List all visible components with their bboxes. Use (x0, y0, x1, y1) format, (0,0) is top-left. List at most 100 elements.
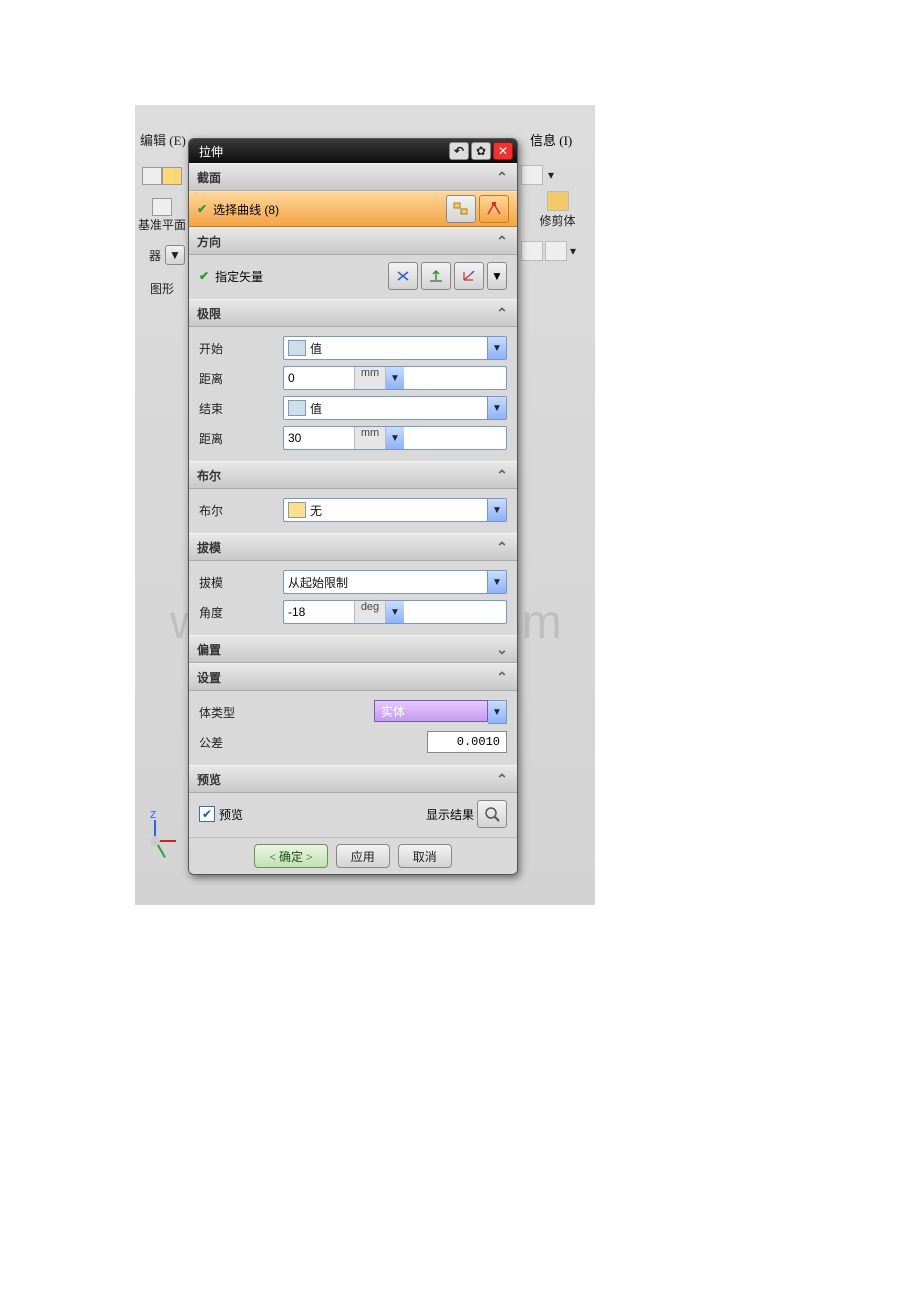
new-file-icon[interactable] (142, 167, 162, 185)
right-toolbar: ▾ 修剪体 ▾ (520, 160, 595, 266)
section-settings-header[interactable]: 设置 ⌃ (189, 663, 517, 691)
section-preview-header[interactable]: 预览 ⌃ (189, 765, 517, 793)
menu-edit[interactable]: 编辑 (E) (140, 133, 186, 148)
body-type-dropdown[interactable]: 实体 ▼ (374, 700, 507, 724)
chevron-down-icon: ▼ (487, 397, 506, 419)
end-label: 结束 (199, 400, 283, 417)
specify-vector-label: 指定矢量 (215, 268, 263, 285)
specify-vector-row: ✔ 指定矢量 ▼ (199, 261, 507, 291)
chevron-up-icon: ⌃ (495, 467, 509, 484)
angle-input[interactable]: deg ▼ (283, 600, 507, 624)
end-distance-field[interactable] (284, 429, 354, 447)
draft-label: 拔模 (199, 574, 283, 591)
section-settings-label: 设置 (197, 669, 221, 686)
start-distance-input[interactable]: mm ▼ (283, 366, 507, 390)
chevron-up-icon: ⌃ (495, 771, 509, 788)
sketch-label: 图形 (150, 280, 174, 297)
check-icon: ✔ (197, 202, 207, 216)
tool-icon[interactable] (521, 165, 543, 185)
menu-info[interactable]: 信息 (I) (530, 130, 572, 149)
preview-checkbox[interactable]: ✔ (199, 806, 215, 822)
cancel-button[interactable]: 取消 (398, 844, 452, 868)
gear-icon[interactable]: ✿ (471, 142, 491, 160)
dialog-title: 拉伸 (199, 143, 447, 160)
chevron-down-icon: ▼ (487, 499, 506, 521)
section-limits-header[interactable]: 极限 ⌃ (189, 299, 517, 327)
section-boolean-header[interactable]: 布尔 ⌃ (189, 461, 517, 489)
left-toolbar: 基准平面 器 ▼ 图形 (135, 160, 189, 304)
vector-dialog-icon[interactable] (421, 262, 451, 290)
unit-label: mm (354, 367, 386, 389)
section-direction-label: 方向 (197, 233, 221, 250)
boolean-value: 无 (310, 502, 487, 519)
draft-type-dropdown[interactable]: 从起始限制 ▼ (283, 570, 507, 594)
datum-plane-icon[interactable] (152, 198, 172, 216)
angle-field[interactable] (284, 603, 354, 621)
chevron-up-icon: ⌃ (495, 539, 509, 556)
body-type-label: 体类型 (199, 704, 283, 721)
trim-body-icon[interactable] (547, 191, 569, 211)
start-type-value: 值 (310, 340, 487, 357)
chevron-up-icon: ⌃ (495, 169, 509, 186)
sketch-section-icon[interactable] (446, 195, 476, 223)
show-result-button[interactable] (477, 800, 507, 828)
selection-box-icon[interactable] (545, 241, 567, 261)
end-distance-label: 距离 (199, 430, 283, 447)
start-distance-label: 距离 (199, 370, 283, 387)
end-distance-input[interactable]: mm ▼ (283, 426, 507, 450)
section-offset-label: 偏置 (197, 641, 221, 658)
undo-icon[interactable]: ↶ (449, 142, 469, 160)
datum-plane-label: 基准平面 (138, 216, 186, 233)
end-type-value: 值 (310, 400, 487, 417)
coordinate-system-triad: Z (140, 820, 180, 860)
select-curve-label: 选择曲线 (8) (213, 201, 279, 218)
chevron-down-icon: ▼ (488, 700, 507, 724)
start-label: 开始 (199, 340, 283, 357)
value-icon (288, 340, 306, 356)
dialog-titlebar[interactable]: 拉伸 ↶ ✿ ✕ (189, 139, 517, 163)
tolerance-input[interactable]: 0.0010 (427, 731, 507, 753)
chevron-up-icon: ⌃ (495, 305, 509, 322)
value-icon (288, 400, 306, 416)
body-type-value: 实体 (381, 703, 405, 720)
section-draft-label: 拔模 (197, 539, 221, 556)
section-section-label: 截面 (197, 169, 221, 186)
ok-button[interactable]: < 确定 > (254, 844, 328, 868)
start-type-dropdown[interactable]: 值 ▼ (283, 336, 507, 360)
section-section-header[interactable]: 截面 ⌃ (189, 163, 517, 191)
boolean-label: 布尔 (199, 502, 283, 519)
show-result-label: 显示结果 (426, 806, 474, 823)
chevron-down-icon: ▼ (487, 337, 506, 359)
chevron-down-icon: ⌄ (495, 641, 509, 658)
vector-reverse-icon[interactable] (388, 262, 418, 290)
extrude-dialog: 拉伸 ↶ ✿ ✕ 截面 ⌃ ✔ 选择曲线 (8) 方向 ⌃ ✔ (188, 138, 518, 875)
vector-dropdown-icon[interactable]: ▼ (487, 262, 507, 290)
close-icon[interactable]: ✕ (493, 142, 513, 160)
angle-unit-label: deg (354, 601, 386, 623)
section-preview-label: 预览 (197, 771, 221, 788)
cursor-icon[interactable] (521, 241, 543, 261)
dialog-button-bar: < 确定 > 应用 取消 (189, 837, 517, 874)
draft-type-value: 从起始限制 (288, 574, 487, 591)
stepper-icon[interactable]: ▼ (386, 427, 404, 449)
inferred-vector-icon[interactable] (454, 262, 484, 290)
start-distance-field[interactable] (284, 369, 354, 387)
stepper-icon[interactable]: ▼ (386, 601, 404, 623)
section-direction-header[interactable]: 方向 ⌃ (189, 227, 517, 255)
boolean-none-icon (288, 502, 306, 518)
curve-rule-icon[interactable] (479, 195, 509, 223)
tolerance-label: 公差 (199, 734, 283, 751)
section-boolean-label: 布尔 (197, 467, 221, 484)
chevron-down-icon: ▼ (487, 571, 506, 593)
end-type-dropdown[interactable]: 值 ▼ (283, 396, 507, 420)
section-offset-header[interactable]: 偏置 ⌄ (189, 635, 517, 663)
open-file-icon[interactable] (162, 167, 182, 185)
unit-label: mm (354, 427, 386, 449)
apply-button[interactable]: 应用 (336, 844, 390, 868)
angle-label: 角度 (199, 604, 283, 621)
filter-dropdown-icon[interactable]: ▼ (165, 245, 185, 265)
section-draft-header[interactable]: 拔模 ⌃ (189, 533, 517, 561)
stepper-icon[interactable]: ▼ (386, 367, 404, 389)
select-curve-row[interactable]: ✔ 选择曲线 (8) (189, 191, 517, 227)
boolean-dropdown[interactable]: 无 ▼ (283, 498, 507, 522)
